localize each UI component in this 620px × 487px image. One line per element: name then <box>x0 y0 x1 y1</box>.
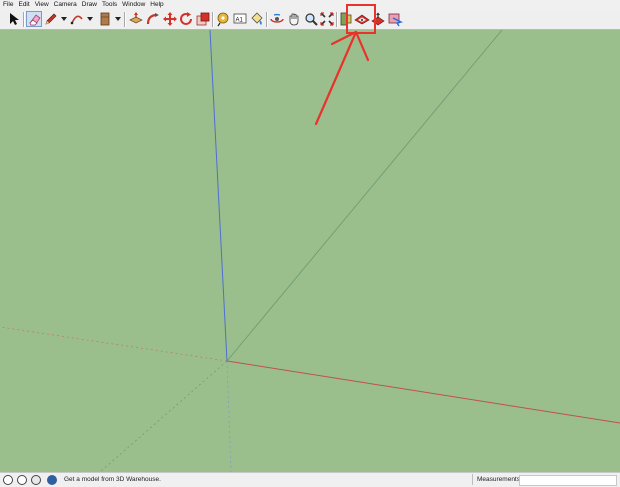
model-viewport[interactable] <box>0 30 620 472</box>
move-icon <box>163 12 177 26</box>
menu-window[interactable]: Window <box>120 0 147 10</box>
scale-icon <box>196 12 210 26</box>
credits-icon[interactable] <box>17 475 27 485</box>
toolbar-separator <box>23 12 25 27</box>
push-pull-icon <box>129 12 143 24</box>
text-tool-button[interactable]: A1 <box>232 11 248 27</box>
pan-icon <box>289 13 299 26</box>
user-account-icon[interactable] <box>31 475 41 485</box>
extension-warehouse-button[interactable] <box>387 11 403 27</box>
pan-tool-button[interactable] <box>286 11 302 27</box>
pencil-tool-button[interactable] <box>43 11 59 27</box>
box-icon <box>100 12 110 26</box>
status-message: Get a model from 3D Warehouse. <box>64 476 161 483</box>
pencil-icon <box>45 13 57 25</box>
rotate-tool-button[interactable] <box>178 11 194 27</box>
red-axis-hidden-line <box>0 326 228 362</box>
menu-bar: File Edit View Camera Draw Tools Window Help <box>0 0 620 10</box>
text-tool-glyph: A1 <box>236 18 244 24</box>
toolbar-separator <box>212 12 214 27</box>
measurements-input[interactable] <box>519 475 617 486</box>
zoom-tool-button[interactable] <box>303 11 319 27</box>
scale-tool-button[interactable] <box>195 11 211 27</box>
rotate-icon <box>180 12 192 25</box>
menu-draw[interactable]: Draw <box>80 0 99 10</box>
box-tool-button[interactable] <box>97 11 113 27</box>
measurements-box: Measurements <box>472 474 619 486</box>
push-pull-tool-button[interactable] <box>128 11 144 27</box>
menu-edit[interactable]: Edit <box>16 0 31 10</box>
select-arrow-icon <box>10 13 19 25</box>
zoom-icon <box>305 13 318 26</box>
extension-warehouse-icon <box>388 13 403 27</box>
arc-tool-button[interactable] <box>69 11 85 27</box>
select-tool-button[interactable] <box>6 11 22 27</box>
paint-bucket-tool-button[interactable] <box>249 11 265 27</box>
menu-help[interactable]: Help <box>148 0 165 10</box>
eraser-icon <box>29 14 41 26</box>
text-icon: A1 <box>233 13 247 24</box>
measurements-label: Measurements <box>477 476 520 483</box>
arc-dropdown-chevron-icon[interactable] <box>87 17 93 22</box>
axes-drawing <box>0 30 620 472</box>
blue-axis-hidden-line <box>226 360 232 472</box>
zoom-extents-tool-button[interactable] <box>319 11 335 27</box>
green-axis-hidden-line <box>99 360 228 472</box>
zoom-extents-icon <box>320 12 334 26</box>
tape-measure-icon <box>217 12 229 27</box>
follow-me-tool-button[interactable] <box>145 11 161 27</box>
paint-bucket-icon <box>251 12 263 25</box>
green-axis-line <box>226 30 503 362</box>
geo-location-icon[interactable] <box>3 475 13 485</box>
tape-measure-tool-button[interactable] <box>215 11 231 27</box>
toolbar-separator <box>266 12 268 27</box>
eraser-tool-button[interactable] <box>26 11 42 27</box>
menu-file[interactable]: File <box>1 0 15 10</box>
follow-me-icon <box>146 13 159 25</box>
instructor-icon[interactable] <box>47 475 57 485</box>
status-bar: Get a model from 3D Warehouse. Measureme… <box>0 472 620 487</box>
red-axis-line <box>226 360 620 424</box>
arc-icon <box>70 15 83 25</box>
orbit-tool-button[interactable] <box>269 11 285 27</box>
menu-tools[interactable]: Tools <box>100 0 119 10</box>
annotation-highlight-box <box>346 4 376 34</box>
main-toolbar: A1 <box>0 10 620 30</box>
box-dropdown-chevron-icon[interactable] <box>115 17 121 22</box>
orbit-icon <box>270 13 284 23</box>
menu-camera[interactable]: Camera <box>52 0 79 10</box>
pencil-dropdown-chevron-icon[interactable] <box>61 17 67 22</box>
blue-axis-line <box>209 30 228 362</box>
menu-view[interactable]: View <box>33 0 51 10</box>
toolbar-separator <box>124 12 126 27</box>
move-tool-button[interactable] <box>162 11 178 27</box>
